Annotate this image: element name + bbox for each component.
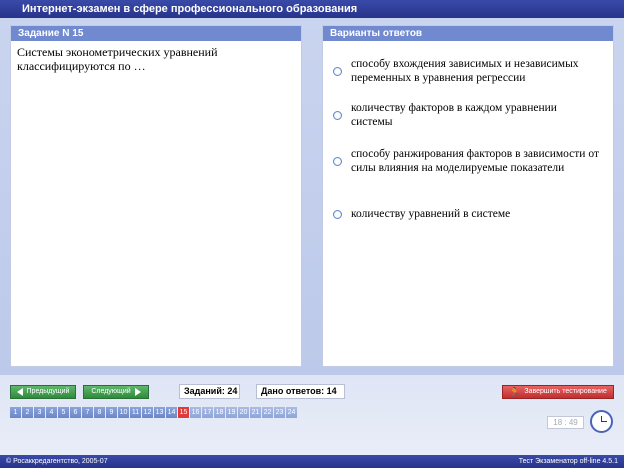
answered-count: Дано ответов: 14	[256, 384, 345, 399]
answer-option-1[interactable]: способу вхождения зависимых и независимы…	[333, 57, 603, 85]
page-16[interactable]: 16	[190, 407, 201, 418]
page-21[interactable]: 21	[250, 407, 261, 418]
page-15[interactable]: 15	[178, 407, 189, 418]
page-1[interactable]: 1	[10, 407, 21, 418]
radio-button[interactable]	[333, 209, 342, 219]
page-18[interactable]: 18	[214, 407, 225, 418]
answer-text: способу ранжирования факторов в зависимо…	[351, 148, 599, 174]
page-7[interactable]: 7	[82, 407, 93, 418]
page-22[interactable]: 22	[262, 407, 273, 418]
page-8[interactable]: 8	[94, 407, 105, 418]
page-24[interactable]: 24	[286, 407, 297, 418]
next-button-label: Следующий	[91, 388, 131, 395]
page-10[interactable]: 10	[118, 407, 129, 418]
status-bar: © Росаккредагентство, 2005-07 Тест Экзам…	[0, 455, 624, 468]
finish-test-button[interactable]: 🏃 Завершить тестирование	[502, 385, 614, 399]
tasks-count: Заданий: 24	[179, 384, 240, 399]
answers-panel: Варианты ответов способу вхождения завис…	[322, 25, 614, 367]
radio-button[interactable]	[333, 110, 342, 120]
next-button[interactable]: Следующий	[83, 385, 149, 399]
page-3[interactable]: 3	[34, 407, 45, 418]
answers-header: Варианты ответов	[323, 26, 613, 41]
answer-text: количеству уравнений в системе	[351, 208, 511, 220]
page-17[interactable]: 17	[202, 407, 213, 418]
clock-icon	[590, 410, 613, 433]
prev-button-label: Предыдущий	[26, 388, 70, 395]
answer-text: количеству факторов в каждом уравнении с…	[351, 102, 557, 128]
page-6[interactable]: 6	[70, 407, 81, 418]
radio-button[interactable]	[333, 156, 342, 166]
page-2[interactable]: 2	[22, 407, 33, 418]
version-info: Тест Экзаменатор off-line 4.5.1	[518, 458, 618, 465]
page-13[interactable]: 13	[154, 407, 165, 418]
answer-option-4[interactable]: количеству уравнений в системе	[333, 207, 603, 221]
page-12[interactable]: 12	[142, 407, 153, 418]
question-text: Системы эконометрических уравнений класс…	[17, 45, 218, 73]
prev-button[interactable]: Предыдущий	[10, 385, 76, 399]
window-title: Интернет-экзамен в сфере профессионально…	[0, 0, 624, 18]
page-5[interactable]: 5	[58, 407, 69, 418]
runner-icon: 🏃	[509, 387, 521, 397]
answer-option-3[interactable]: способу ранжирования факторов в зависимо…	[333, 147, 603, 175]
page-11[interactable]: 11	[130, 407, 141, 418]
timer: 18 : 49	[547, 416, 584, 429]
page-4[interactable]: 4	[46, 407, 57, 418]
question-panel: Задание N 15 Системы эконометрических ур…	[10, 25, 302, 367]
question-pagination: 1 2 3 4 5 6 7 8 9 10 11 12 13 14 15 16 17 18 19 20 21 22 23 24	[10, 407, 298, 418]
question-header: Задание N 15	[11, 26, 301, 41]
answer-option-2[interactable]: количеству факторов в каждом уравнении с…	[333, 101, 603, 129]
page-19[interactable]: 19	[226, 407, 237, 418]
page-14[interactable]: 14	[166, 407, 177, 418]
page-9[interactable]: 9	[106, 407, 117, 418]
copyright: © Росаккредагентство, 2005-07	[6, 458, 108, 465]
arrow-left-icon	[16, 388, 23, 396]
arrow-right-icon	[134, 388, 141, 396]
page-20[interactable]: 20	[238, 407, 249, 418]
finish-button-label: Завершить тестирование	[524, 388, 607, 395]
radio-button[interactable]	[333, 66, 342, 76]
page-23[interactable]: 23	[274, 407, 285, 418]
answer-text: способу вхождения зависимых и независимы…	[351, 58, 579, 84]
